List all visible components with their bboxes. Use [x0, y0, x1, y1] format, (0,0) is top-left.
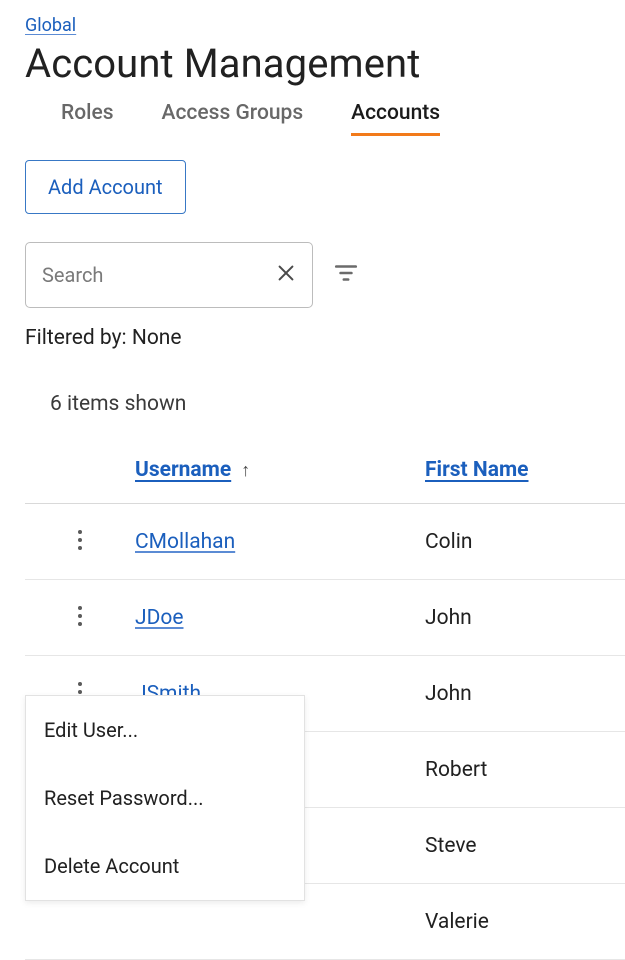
menu-reset-password[interactable]: Reset Password...: [26, 764, 304, 832]
tab-roles[interactable]: Roles: [61, 101, 114, 136]
tab-access-groups[interactable]: Access Groups: [162, 101, 304, 136]
table-row: JDoe John: [25, 580, 625, 656]
add-account-button[interactable]: Add Account: [25, 160, 186, 214]
table-row: CMollahan Colin: [25, 504, 625, 580]
clear-icon[interactable]: [275, 262, 297, 288]
search-input[interactable]: [25, 242, 313, 308]
username-link[interactable]: JDoe: [135, 606, 183, 630]
username-link[interactable]: CMollahan: [135, 530, 235, 554]
first-name-cell: Steve: [425, 834, 477, 858]
first-name-cell: Valerie: [425, 910, 489, 934]
column-header-first-name[interactable]: First Name: [425, 458, 528, 482]
filtered-by-text: Filtered by: None: [25, 326, 625, 350]
items-shown-text: 6 items shown: [50, 392, 625, 416]
filter-icon[interactable]: [333, 260, 359, 290]
page-title: Account Management: [25, 40, 625, 87]
table-header: Username ↑ First Name: [25, 458, 625, 504]
sort-ascending-icon[interactable]: ↑: [241, 460, 250, 481]
row-actions-icon[interactable]: [69, 520, 91, 564]
breadcrumb-global[interactable]: Global: [25, 15, 76, 36]
menu-edit-user[interactable]: Edit User...: [26, 696, 304, 764]
first-name-cell: Colin: [425, 530, 472, 554]
row-context-menu: Edit User... Reset Password... Delete Ac…: [25, 695, 305, 901]
search-input-wrapper: [25, 242, 313, 308]
first-name-cell: John: [425, 682, 472, 706]
tab-accounts[interactable]: Accounts: [351, 101, 440, 136]
menu-delete-account[interactable]: Delete Account: [26, 832, 304, 900]
first-name-cell: Robert: [425, 758, 487, 782]
row-actions-icon[interactable]: [69, 596, 91, 640]
column-header-username[interactable]: Username: [135, 458, 231, 482]
tabs: Roles Access Groups Accounts: [25, 101, 625, 136]
first-name-cell: John: [425, 606, 472, 630]
